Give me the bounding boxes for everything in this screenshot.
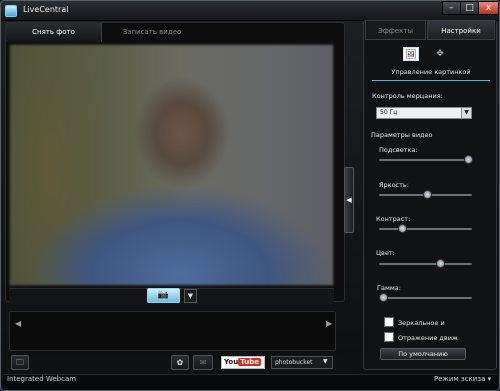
youtube-you-text: You xyxy=(224,358,239,366)
tab-effects[interactable]: Эффекты xyxy=(365,20,426,40)
folder-icon: 🗀 xyxy=(16,358,24,367)
webcam-preview xyxy=(9,44,334,286)
app-logo-icon xyxy=(5,5,17,17)
camera-icon: 📷 xyxy=(157,290,170,300)
mirror-label: Зеркальное и xyxy=(398,319,445,327)
strip-prev-icon[interactable]: ◀ xyxy=(15,319,21,328)
panel-toggle-button[interactable]: ◀ xyxy=(344,167,354,233)
slider-gamma-track xyxy=(379,297,472,299)
chevron-down-icon: ▼ xyxy=(187,292,194,300)
close-button[interactable]: x xyxy=(478,1,499,15)
youtube-upload-button[interactable]: You Tube xyxy=(221,356,265,369)
mail-icon: ✉ xyxy=(199,358,207,367)
slider-gamma-label: Гамма: xyxy=(377,284,401,292)
slider-backlight-label: Подсветка: xyxy=(379,146,418,154)
youtube-tube-text: Tube xyxy=(238,358,261,366)
slider-gamma-thumb[interactable] xyxy=(379,293,388,302)
title-bar xyxy=(1,1,499,21)
slider-backlight-track xyxy=(379,159,472,161)
slider-brightness-label: Яркость: xyxy=(379,181,409,189)
camera-name: Integrated Webcam xyxy=(7,375,77,383)
image-mode-icon[interactable]: 🖼 xyxy=(403,47,419,61)
strip-next-icon[interactable]: ▶ xyxy=(326,319,332,328)
move-mode-icon[interactable]: ✥ xyxy=(432,47,448,61)
capture-options-dropdown[interactable]: ▼ xyxy=(184,289,197,303)
flicker-value: 50 Гц xyxy=(380,109,398,116)
effects-icon: ✿ xyxy=(176,358,184,367)
motion-reflection-checkbox[interactable] xyxy=(384,332,394,342)
slider-color-track xyxy=(379,263,472,265)
slider-color-label: Цвет: xyxy=(376,249,395,257)
slider-contrast-label: Контраст: xyxy=(376,215,411,223)
slider-contrast-track xyxy=(379,228,472,230)
email-button[interactable]: ✉ xyxy=(193,355,213,370)
status-bar xyxy=(3,374,497,390)
app-window: LiveCentral – □ x Снять фото Записать ви… xyxy=(0,0,500,391)
effects-button[interactable]: ✿ xyxy=(171,355,189,370)
open-folder-button[interactable]: 🗀 xyxy=(11,355,29,370)
chevron-down-icon[interactable]: ▼ xyxy=(461,108,471,118)
capture-photo-button[interactable]: 📷 xyxy=(147,288,180,303)
motion-reflection-label: Отражение движ xyxy=(398,334,458,342)
flicker-select[interactable]: 50 Гц xyxy=(376,107,472,119)
thumbnail-strip xyxy=(9,311,336,351)
minimize-button[interactable]: – xyxy=(442,1,461,15)
window-title: LiveCentral xyxy=(23,5,69,14)
chevron-down-icon[interactable]: ▼ xyxy=(323,358,328,365)
tab-settings[interactable]: Настройки xyxy=(427,20,495,40)
mirror-checkbox[interactable] xyxy=(384,317,394,327)
chevron-left-icon: ◀ xyxy=(346,196,352,204)
tab-record-video[interactable]: Записать видео xyxy=(102,23,202,42)
maximize-button[interactable]: □ xyxy=(460,1,479,15)
tab-take-photo[interactable]: Снять фото xyxy=(6,23,102,42)
thumbnail-mode-selector[interactable]: Режим эскиза ▾ xyxy=(434,375,491,383)
subtab-image-control[interactable]: Управление картинкой xyxy=(372,68,490,81)
flicker-label: Контроль мерцания: xyxy=(372,92,443,100)
defaults-button[interactable]: По умолчанию xyxy=(380,348,466,360)
slider-brightness-thumb[interactable] xyxy=(423,190,432,199)
photobucket-label: photobucket xyxy=(275,359,313,366)
video-params-label: Параметры видео xyxy=(371,131,433,139)
